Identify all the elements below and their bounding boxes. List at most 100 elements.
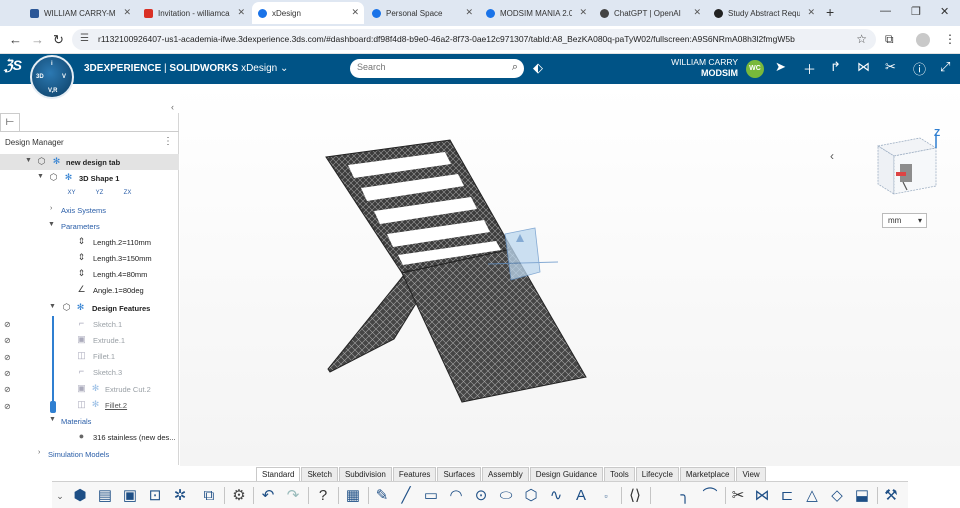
browser-tab-3[interactable]: xDesign ✕ xyxy=(252,2,364,24)
browser-tab-6[interactable]: ChatGPT | OpenAI ✕ xyxy=(594,2,706,24)
polygon-icon[interactable]: ⬡ xyxy=(521,486,541,506)
close-icon[interactable]: ✕ xyxy=(693,7,701,18)
expand-arrow-icon[interactable]: ▼ xyxy=(49,416,56,423)
new-tab-button[interactable]: + xyxy=(826,4,834,20)
tab-tools[interactable]: Tools xyxy=(604,467,635,481)
tab-sketch[interactable]: Sketch xyxy=(301,467,338,481)
tree-node-design[interactable]: ▼ ⬡ ✻ new design tab xyxy=(0,154,179,170)
forward-share-icon[interactable]: ↱ xyxy=(830,59,841,75)
tab-assembly[interactable]: Assembly xyxy=(482,467,529,481)
collapse-icon[interactable]: ⌄ xyxy=(54,486,66,506)
tab-surfaces[interactable]: Surfaces xyxy=(437,467,482,481)
tree-node-design-features[interactable]: ▼ ⬡ ✻ Design Features xyxy=(0,300,179,316)
profile-avatar-icon[interactable] xyxy=(916,33,930,47)
tools-icon[interactable]: ✂ xyxy=(885,59,896,75)
arc-icon[interactable]: ◠ xyxy=(446,486,466,506)
forward-icon[interactable]: → xyxy=(31,32,44,47)
tab-marketplace[interactable]: Marketplace xyxy=(679,467,736,481)
tree-node-fillet1[interactable]: ◫ Fillet.1 xyxy=(0,348,179,364)
add-icon[interactable]: ＋ xyxy=(803,59,816,78)
expand-arrow-icon[interactable]: ▼ xyxy=(48,221,55,228)
solid-icon[interactable]: △ xyxy=(802,486,822,506)
grid-select-icon[interactable]: ▦ xyxy=(343,486,363,506)
redo-icon[interactable]: ↷ xyxy=(283,486,303,506)
expand-arrow-icon[interactable]: ▼ xyxy=(37,173,44,180)
construction-icon[interactable]: ⟨⟩ xyxy=(625,486,645,506)
fullscreen-icon[interactable]: ⤢ xyxy=(940,59,950,75)
text-icon[interactable]: A xyxy=(571,486,591,506)
tree-node-sketch1[interactable]: ⌐ Sketch.1 xyxy=(0,316,179,332)
new-shape-icon[interactable]: ⬢ xyxy=(70,486,90,506)
settings-icon[interactable]: ⚙ xyxy=(229,486,249,506)
tree-node-extrude1[interactable]: ▣ Extrude.1 xyxy=(0,332,179,348)
close-icon[interactable]: ✕ xyxy=(579,7,587,18)
open-icon[interactable]: ▤ xyxy=(95,486,115,506)
expand-arrow-icon[interactable]: ▼ xyxy=(25,157,32,164)
units-dropdown[interactable]: mm ▾ xyxy=(882,213,927,228)
view-cube[interactable]: Z xyxy=(870,128,944,202)
tree-node-param-angle1[interactable]: ∠ Angle.1=80deg xyxy=(0,282,179,298)
site-info-icon[interactable]: ☰ xyxy=(80,33,89,44)
undo-icon[interactable]: ↶ xyxy=(258,486,278,506)
share-icon[interactable]: ⧉ xyxy=(199,486,219,506)
expand-arrow-icon[interactable]: ▼ xyxy=(49,303,56,310)
tab-subdivision[interactable]: Subdivision xyxy=(338,467,392,481)
back-icon[interactable]: ← xyxy=(9,32,22,47)
model-canvas[interactable] xyxy=(180,84,960,466)
window-close-icon[interactable]: ✕ xyxy=(940,5,949,18)
save-icon[interactable]: ▣ xyxy=(120,486,140,506)
tree-node-fillet2[interactable]: ◫ ✻ Fillet.2 xyxy=(0,397,179,413)
fillet-icon[interactable]: ╮ xyxy=(675,486,695,506)
tree-node-param-length2[interactable]: ⇕ Length.2=110mm xyxy=(0,234,179,250)
refresh-icon[interactable]: ✲ xyxy=(170,486,190,506)
tree-node-param-length3[interactable]: ⇕ Length.3=150mm xyxy=(0,250,179,266)
cube-icon[interactable]: ⬓ xyxy=(852,486,872,506)
offset-icon[interactable]: ⌒ xyxy=(700,486,720,506)
close-icon[interactable]: ✕ xyxy=(123,7,131,18)
chevron-right-icon[interactable]: › xyxy=(50,205,52,212)
mirror-icon[interactable]: ⋈ xyxy=(752,486,772,506)
save-as-icon[interactable]: ⊡ xyxy=(145,486,165,506)
user-info[interactable]: WILLIAM CARRY MODSIM xyxy=(664,57,738,79)
tree-node-materials[interactable]: ▼ Materials xyxy=(0,413,179,429)
compass-share-icon[interactable]: ➤ xyxy=(775,59,786,75)
tree-node-sketch3[interactable]: ⌐ Sketch.3 xyxy=(0,364,179,380)
tree-view-tab[interactable]: ⊢ xyxy=(0,113,20,131)
close-icon[interactable]: ✕ xyxy=(465,7,473,18)
tree-node-simulation-models[interactable]: › Simulation Models xyxy=(0,446,179,462)
model-back-panel[interactable] xyxy=(325,139,513,274)
tab-features[interactable]: Features xyxy=(392,467,437,481)
tree-node-param-length4[interactable]: ⇕ Length.4=80mm xyxy=(0,266,179,282)
minimize-icon[interactable]: — xyxy=(880,5,891,17)
help-icon[interactable]: ? xyxy=(313,486,333,506)
tag-icon[interactable]: ⬖ xyxy=(533,60,543,76)
browser-tab-1[interactable]: WILLIAM CARRY-MO ✕ xyxy=(24,2,136,24)
avatar[interactable]: WC xyxy=(746,60,764,78)
close-icon[interactable]: ✕ xyxy=(237,7,245,18)
more-options-icon[interactable]: ⋮ xyxy=(163,136,173,147)
chevron-right-icon[interactable]: › xyxy=(38,449,40,456)
browser-tab-7[interactable]: Study Abstract Requ ✕ xyxy=(708,2,820,24)
yz-plane-icon[interactable]: YZ xyxy=(94,188,105,199)
more-tools-icon[interactable]: ⚒ xyxy=(881,486,901,506)
chevron-left-icon[interactable]: ‹ xyxy=(830,149,834,163)
panel-collapse-icon[interactable]: ‹ xyxy=(171,102,174,112)
browser-tab-4[interactable]: Personal Space ✕ xyxy=(366,2,478,24)
tree-node-material-316[interactable]: ● 316 stainless (new des... xyxy=(0,429,179,445)
browser-tab-2[interactable]: Invitation - williamca ✕ xyxy=(138,2,250,24)
3d-viewport[interactable] xyxy=(180,84,960,466)
url-field[interactable]: ☰ r1132100926407-us1-academia-ifwe.3dexp… xyxy=(72,29,876,50)
reload-icon[interactable]: ↻ xyxy=(53,32,64,48)
spline-icon[interactable]: ∿ xyxy=(546,486,566,506)
network-icon[interactable]: ⋈ xyxy=(857,59,870,75)
tab-standard[interactable]: Standard xyxy=(256,467,301,481)
sketch-pen-icon[interactable]: ✎ xyxy=(372,486,392,506)
line-icon[interactable]: ╱ xyxy=(396,486,416,506)
bookmark-star-icon[interactable]: ☆ xyxy=(856,32,867,46)
rectangle-icon[interactable]: ▭ xyxy=(421,486,441,506)
search-input[interactable] xyxy=(357,62,497,72)
tab-view[interactable]: View xyxy=(736,467,766,481)
search-icon[interactable]: ⌕ xyxy=(512,61,518,74)
project-icon[interactable]: ⊏ xyxy=(777,486,797,506)
browser-tab-5[interactable]: MODSIM MANIA 2.0 ✕ xyxy=(480,2,592,24)
